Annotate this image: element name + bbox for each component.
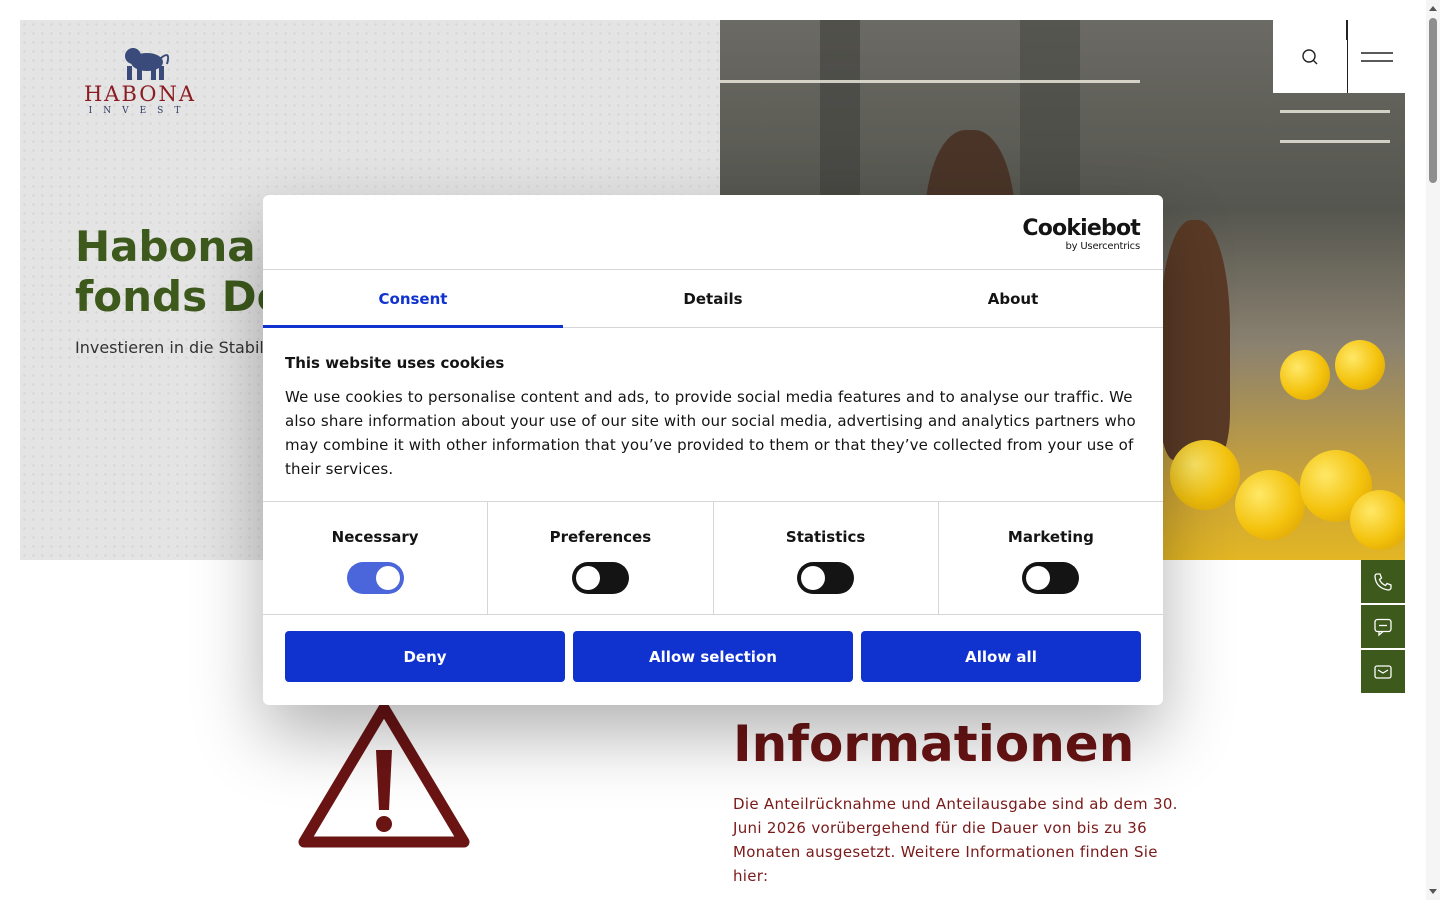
toggle-label: Statistics (785, 528, 866, 546)
phone-icon (1374, 572, 1392, 591)
dialog-header: Cookiebot by Usercentrics (263, 195, 1163, 270)
category-statistics: Statistics (714, 502, 939, 614)
tab-label: Details (683, 289, 743, 308)
toggle-knob (801, 566, 826, 590)
orange-fruit (1335, 340, 1385, 390)
child-figure (1160, 220, 1230, 460)
toggle-label: Preferences (549, 528, 652, 546)
tab-label: About (987, 289, 1039, 308)
mail-button[interactable] (1361, 650, 1405, 693)
category-necessary: Necessary (263, 502, 489, 614)
orange-fruit (1350, 490, 1405, 550)
tab-about[interactable]: About (863, 270, 1163, 327)
menu-button[interactable] (1347, 20, 1405, 93)
mail-icon (1374, 664, 1392, 679)
dialog-body: This website uses cookies We use cookies… (263, 328, 1163, 502)
toggle-knob (375, 566, 400, 590)
ceiling-light (1280, 110, 1390, 113)
info-title-line2: Informationen (733, 715, 1135, 773)
allow-all-button[interactable]: Allow all (861, 631, 1141, 682)
cookiebot-name: Cookiebot (1022, 216, 1140, 241)
header-tools (1273, 20, 1405, 93)
phone-button[interactable] (1361, 560, 1405, 603)
search-button[interactable] (1273, 20, 1346, 93)
marketing-toggle[interactable] (1022, 562, 1080, 594)
toggle-label: Necessary (331, 528, 419, 546)
scroll-down-arrow-icon[interactable] (1429, 889, 1437, 894)
ceiling-light (720, 80, 1140, 83)
hamburger-menu-icon (1360, 51, 1393, 62)
warning-triangle-icon (298, 702, 470, 848)
tab-label: Consent (378, 289, 448, 308)
page-scrollbar[interactable] (1426, 0, 1440, 900)
chat-icon (1374, 618, 1392, 636)
category-marketing: Marketing (939, 502, 1163, 614)
statistics-toggle[interactable] (797, 562, 855, 594)
side-action-bar (1361, 560, 1405, 695)
cookie-consent-dialog: Cookiebot by Usercentrics Consent Detail… (263, 195, 1163, 705)
dialog-actions: Deny Allow selection Allow all (263, 615, 1163, 682)
info-text: Die Anteilrücknahme und Anteilausgabe si… (733, 795, 1178, 885)
necessary-toggle[interactable] (346, 562, 404, 594)
tab-details[interactable]: Details (563, 270, 863, 327)
orange-fruit (1170, 440, 1240, 510)
lion-logo-icon (125, 48, 170, 80)
toggle-knob (575, 566, 600, 590)
chat-button[interactable] (1361, 605, 1405, 648)
deny-button[interactable]: Deny (285, 631, 565, 682)
dialog-description: We use cookies to personalise content an… (285, 388, 1136, 478)
orange-fruit (1280, 350, 1330, 400)
scroll-up-arrow-icon[interactable] (1429, 6, 1437, 11)
toggle-label: Marketing (1007, 528, 1094, 546)
cookiebot-byline: by Usercentrics (1065, 241, 1140, 252)
logo-subline: INVEST (88, 106, 192, 116)
scroll-thumb[interactable] (1429, 18, 1437, 183)
tab-consent[interactable]: Consent (263, 270, 563, 328)
orange-fruit (1235, 470, 1305, 540)
toggle-knob (1026, 566, 1051, 590)
dialog-tabs: Consent Details About (263, 270, 1163, 328)
habona-logo[interactable]: HABONA INVEST (75, 44, 205, 120)
dialog-heading: This website uses cookies (285, 354, 505, 372)
search-icon (1301, 48, 1317, 64)
cookiebot-logo[interactable]: Cookiebot by Usercentrics (1022, 216, 1140, 253)
category-preferences: Preferences (488, 502, 714, 614)
ceiling-light (1280, 140, 1390, 143)
hero-subtitle: Investieren in die Stabilit (75, 338, 275, 357)
category-toggles: Necessary Preferences Statistics Marketi… (263, 502, 1163, 615)
preferences-toggle[interactable] (571, 562, 629, 594)
allow-selection-button[interactable]: Allow selection (573, 631, 853, 682)
logo-wordmark: HABONA (83, 82, 197, 106)
